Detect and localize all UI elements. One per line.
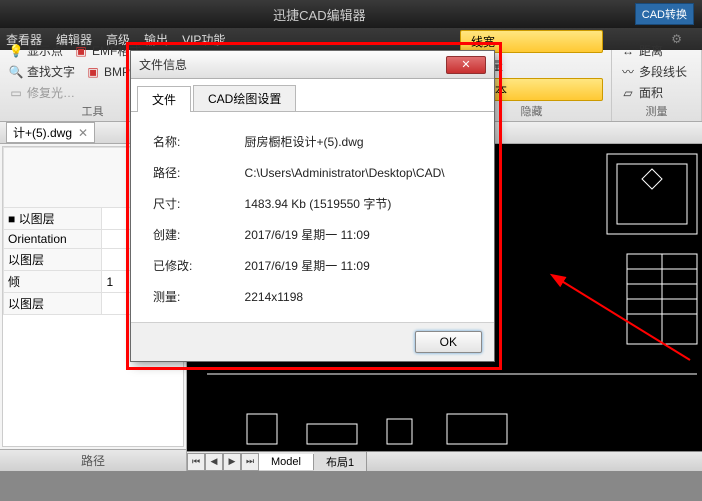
group-measure-label: 测量 — [620, 103, 693, 119]
area-button[interactable]: ▱面积 — [620, 84, 663, 101]
fix-button: ▭修复光… — [8, 84, 75, 101]
search-icon: 🔍 — [8, 64, 24, 80]
close-icon[interactable]: ✕ — [78, 126, 88, 140]
cad-convert-button[interactable]: CAD转换 — [635, 3, 694, 25]
menu-vip[interactable]: VIP功能 — [182, 31, 225, 48]
row-modified: 已修改:2017/6/19 星期一 11:09 — [149, 250, 476, 281]
row-created: 创建:2017/6/19 星期一 11:09 — [149, 219, 476, 250]
document-tab[interactable]: 计+(5).dwg ✕ — [6, 122, 95, 143]
tab-layout1[interactable]: 布局1 — [314, 452, 367, 472]
row-size: 尺寸:1483.94 Kb (1519550 字节) — [149, 188, 476, 219]
find-text-button[interactable]: 🔍查找文字 — [8, 63, 75, 80]
show-points-button[interactable]: 💡显示点 — [8, 42, 63, 59]
polyline-button[interactable]: 〰多段线长 — [620, 63, 687, 80]
emf-icon: ▣ — [73, 43, 89, 59]
row-path: 路径:C:\Users\Administrator\Desktop\CAD\ — [149, 157, 476, 188]
row-name: 名称:厨房橱柜设计+(5).dwg — [149, 126, 476, 157]
tab-file[interactable]: 文件 — [137, 86, 191, 112]
polyline-icon: 〰 — [620, 64, 636, 80]
bulb-icon: 💡 — [8, 43, 24, 59]
tab-cad-settings[interactable]: CAD绘图设置 — [193, 85, 296, 111]
row-measure: 测量:2214x1198 — [149, 281, 476, 312]
tab-first-icon[interactable]: ⏮ — [187, 453, 205, 471]
bmp-icon: ▣ — [85, 64, 101, 80]
tab-last-icon[interactable]: ⏭ — [241, 453, 259, 471]
area-icon: ▱ — [620, 85, 636, 101]
tab-model[interactable]: Model — [259, 454, 314, 470]
dialog-title: 文件信息 — [139, 56, 446, 73]
panel-footer: 路径 — [0, 449, 186, 471]
file-info-dialog: 文件信息 ✕ 文件 CAD绘图设置 名称:厨房橱柜设计+(5).dwg 路径:C… — [130, 50, 495, 362]
distance-icon: ↔ — [620, 43, 636, 59]
app-title: 迅捷CAD编辑器 — [273, 5, 365, 24]
dialog-close-button[interactable]: ✕ — [446, 56, 486, 74]
tab-prev-icon[interactable]: ◀ — [205, 453, 223, 471]
fix-icon: ▭ — [8, 85, 24, 101]
statusbar — [0, 471, 702, 501]
ok-button[interactable]: OK — [415, 331, 482, 353]
canvas-tabs: ⏮ ◀ ▶ ⏭ Model 布局1 — [187, 451, 702, 471]
titlebar: 迅捷CAD编辑器 CAD转换 — [0, 0, 702, 28]
distance-button[interactable]: ↔距离 — [620, 42, 663, 59]
document-name: 计+(5).dwg — [13, 124, 72, 141]
tab-next-icon[interactable]: ▶ — [223, 453, 241, 471]
